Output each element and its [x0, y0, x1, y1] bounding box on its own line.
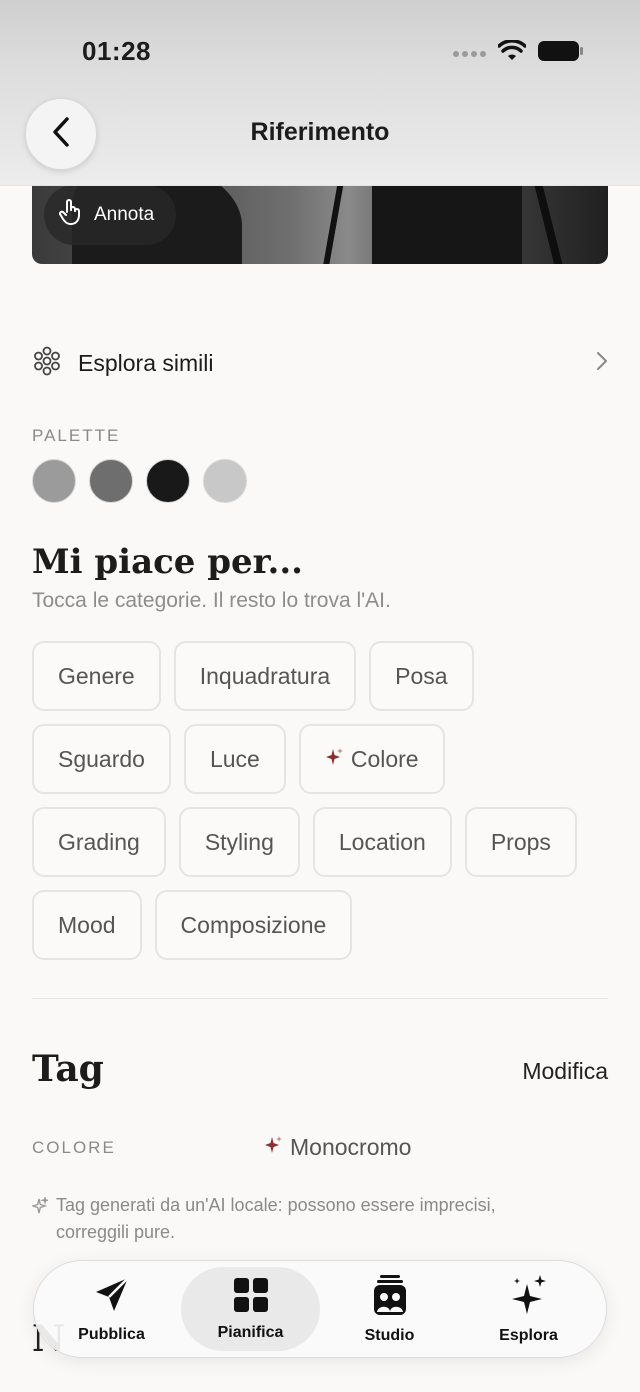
- chip-label: Composizione: [180, 911, 327, 938]
- category-chips: Genere Inquadratura Posa Sguardo Luce Co…: [32, 641, 612, 973]
- tab-label: Studio: [364, 1326, 415, 1344]
- color-swatch[interactable]: [32, 459, 76, 503]
- color-swatch[interactable]: [89, 459, 133, 503]
- annotate-button[interactable]: Annota: [44, 185, 177, 245]
- header: 01:28 Riferimento: [0, 0, 640, 186]
- likes-subtitle: Tocca le categorie. Il resto lo trova l'…: [32, 589, 391, 612]
- tags-title: Tag: [32, 1048, 104, 1090]
- chip-styling[interactable]: Styling: [178, 807, 300, 877]
- tag-category-label: COLORE: [32, 1138, 116, 1157]
- chip-label: Colore: [350, 745, 419, 772]
- chip-row: Grading Styling Location Props: [32, 807, 612, 877]
- grid-icon: [233, 1277, 269, 1318]
- explore-similar-row[interactable]: Esplora simili: [32, 340, 608, 386]
- explore-similar-label: Esplora simili: [78, 349, 214, 376]
- chip-label: Posa: [395, 662, 448, 689]
- chip-location[interactable]: Location: [312, 807, 452, 877]
- chip-label: Luce: [209, 745, 260, 772]
- tag-value-label: Monocromo: [290, 1134, 412, 1160]
- ai-tag-note: Tag generati da un'AI locale: possono es…: [30, 1192, 572, 1246]
- chip-label: Props: [490, 828, 551, 855]
- status-time: 01:28: [82, 36, 151, 66]
- chip-label: Genere: [58, 662, 135, 689]
- status-icons: [452, 39, 584, 67]
- chip-label: Mood: [58, 911, 116, 938]
- battery-icon: [538, 40, 584, 67]
- likes-title: Mi piace per...: [32, 542, 303, 582]
- ai-tag-note-text: Tag generati da un'AI locale: possono es…: [56, 1195, 496, 1242]
- hand-pointer-icon: [58, 198, 84, 232]
- tab-label: Esplora: [499, 1326, 558, 1344]
- divider: [32, 998, 608, 999]
- tab-pianifica[interactable]: Pianifica: [181, 1267, 320, 1351]
- tab-label: Pubblica: [78, 1325, 145, 1343]
- flower-grid-icon: [32, 346, 62, 381]
- edit-tags-button[interactable]: Modifica: [522, 1058, 608, 1085]
- palette-swatches: [32, 459, 247, 503]
- page-title: Riferimento: [250, 118, 390, 146]
- chevron-right-icon: [596, 351, 608, 376]
- chip-label: Grading: [58, 828, 140, 855]
- sparkles-icon: [509, 1274, 549, 1321]
- tab-bar: Pubblica Pianifica Studio Esplora: [33, 1260, 607, 1358]
- chip-composizione[interactable]: Composizione: [154, 890, 353, 960]
- tab-esplora[interactable]: Esplora: [459, 1267, 598, 1351]
- ai-sparkle-icon: [325, 746, 343, 773]
- ai-sparkle-icon: [264, 1134, 282, 1161]
- annotate-label: Annota: [94, 204, 155, 225]
- chip-mood[interactable]: Mood: [32, 890, 142, 960]
- chip-colore[interactable]: Colore: [298, 724, 445, 794]
- tag-value[interactable]: Monocromo: [264, 1134, 411, 1161]
- studio-icon: [372, 1274, 408, 1321]
- chip-label: Inquadratura: [199, 662, 331, 689]
- color-swatch[interactable]: [203, 459, 247, 503]
- chip-label: Sguardo: [58, 745, 145, 772]
- chip-row: Sguardo Luce Colore: [32, 724, 612, 794]
- chip-row: Mood Composizione: [32, 890, 612, 960]
- chip-label: Styling: [204, 828, 274, 855]
- tab-pubblica[interactable]: Pubblica: [42, 1267, 181, 1351]
- chip-label: Location: [338, 828, 426, 855]
- chip-genere[interactable]: Genere: [32, 641, 161, 711]
- chip-props[interactable]: Props: [464, 807, 577, 877]
- wifi-icon: [497, 39, 527, 67]
- chip-grading[interactable]: Grading: [32, 807, 166, 877]
- chip-posa[interactable]: Posa: [369, 641, 474, 711]
- chip-luce[interactable]: Luce: [183, 724, 286, 794]
- send-icon: [92, 1275, 132, 1320]
- chip-row: Genere Inquadratura Posa: [32, 641, 612, 711]
- chip-inquadratura[interactable]: Inquadratura: [173, 641, 357, 711]
- sparkle-outline-icon: [30, 1192, 50, 1246]
- tab-studio[interactable]: Studio: [320, 1267, 459, 1351]
- signal-icon: [452, 45, 486, 63]
- chip-sguardo[interactable]: Sguardo: [32, 724, 171, 794]
- palette-label: PALETTE: [32, 426, 121, 445]
- color-swatch[interactable]: [146, 459, 190, 503]
- tab-label: Pianifica: [217, 1323, 284, 1341]
